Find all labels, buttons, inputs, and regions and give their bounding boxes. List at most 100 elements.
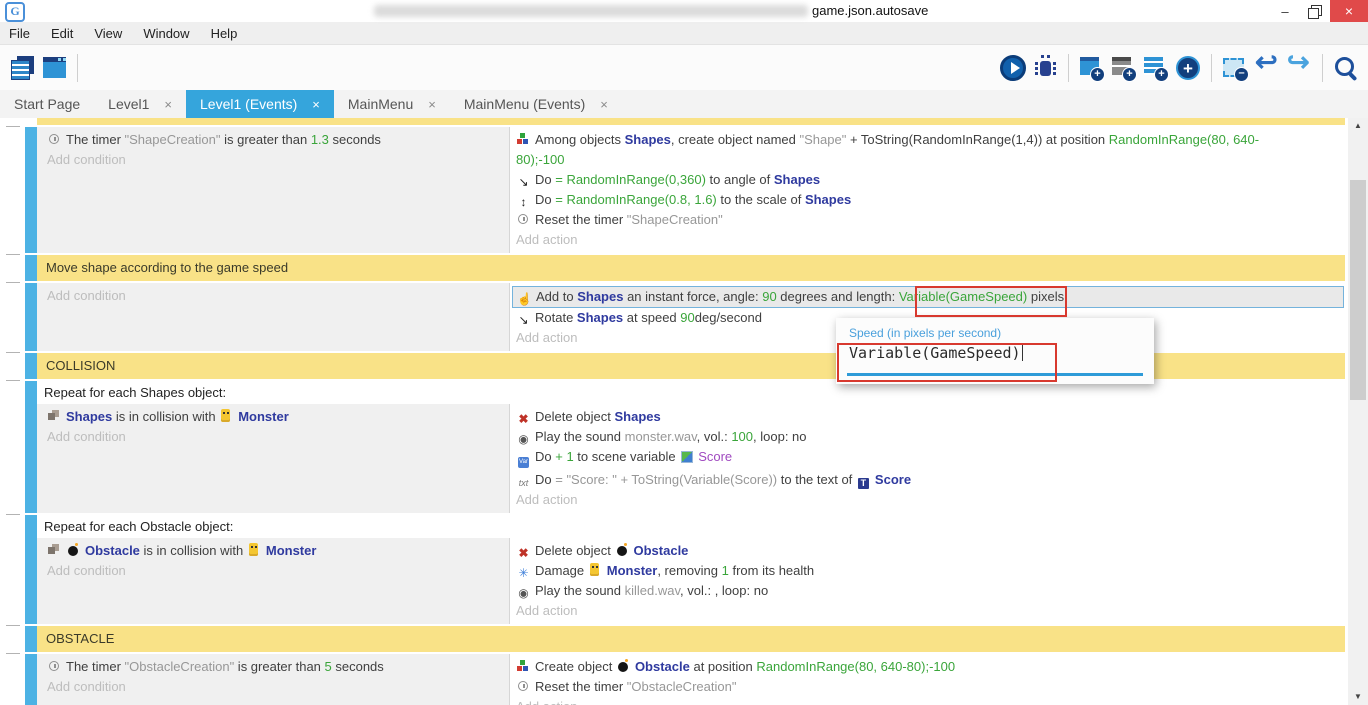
- add-condition-button[interactable]: Add condition: [43, 677, 503, 697]
- tab-close-icon[interactable]: ×: [600, 97, 608, 112]
- foreach-header[interactable]: Repeat for each Obstacle object:: [37, 515, 1345, 538]
- bomb-icon: [615, 543, 630, 557]
- expression-input[interactable]: Variable(GameSpeed): [836, 341, 1154, 368]
- debug-icon[interactable]: [1031, 54, 1059, 82]
- toolbar-separator: [1068, 54, 1069, 82]
- tab-level1[interactable]: Level1×: [94, 90, 186, 118]
- play-icon[interactable]: [999, 54, 1027, 82]
- text-segment: 100: [731, 429, 753, 444]
- project-manager-icon[interactable]: [8, 54, 36, 82]
- vertical-scrollbar[interactable]: ▲ ▼: [1348, 118, 1368, 705]
- conditions-column: The timer "ShapeCreation" is greater tha…: [37, 127, 510, 253]
- menu-window[interactable]: Window: [143, 26, 189, 41]
- text-segment: , removing: [657, 563, 721, 578]
- text-segment: Monster: [238, 409, 289, 424]
- add-action-button[interactable]: Add action: [512, 230, 1345, 250]
- text-segment: pixels: [1027, 289, 1064, 304]
- text-segment: Play the sound: [535, 429, 625, 444]
- toolbar-separator: [1211, 54, 1212, 82]
- text-segment: Obstacle: [635, 659, 690, 674]
- scene-editor-icon[interactable]: [40, 54, 68, 82]
- action-line[interactable]: Add to Shapes an instant force, angle: 9…: [512, 286, 1344, 308]
- action-line[interactable]: Reset the timer "ShapeCreation": [512, 210, 1345, 230]
- add-condition-button[interactable]: Add condition: [43, 427, 503, 447]
- redo-icon[interactable]: [1285, 54, 1313, 82]
- remove-selection-icon[interactable]: [1221, 54, 1249, 82]
- add-condition-button[interactable]: Add condition: [43, 561, 503, 581]
- tab-mainmenu[interactable]: MainMenu×: [334, 90, 450, 118]
- text-segment: The timer: [66, 132, 125, 147]
- text-segment: Monster: [607, 563, 658, 578]
- tab-close-icon[interactable]: ×: [428, 97, 436, 112]
- action-line[interactable]: Damage Monster, removing 1 from its heal…: [512, 561, 1345, 581]
- minimize-button[interactable]: –: [1270, 0, 1300, 22]
- action-line[interactable]: Play the sound monster.wav, vol.: 100, l…: [512, 427, 1345, 447]
- add-circle-icon[interactable]: [1174, 54, 1202, 82]
- tab-mainmenu-events-[interactable]: MainMenu (Events)×: [450, 90, 622, 118]
- add-condition-button[interactable]: Add condition: [43, 150, 503, 170]
- action-line[interactable]: Among objects Shapes, create object name…: [512, 130, 1345, 170]
- comment-row[interactable]: [37, 118, 1345, 125]
- menu-help[interactable]: Help: [211, 26, 238, 41]
- scroll-up-icon[interactable]: ▲: [1348, 118, 1368, 134]
- comment-row[interactable]: OBSTACLE: [37, 626, 1345, 652]
- condition-line[interactable]: Shapes is in collision with Monster: [43, 407, 503, 427]
- restore-button[interactable]: [1300, 0, 1330, 22]
- text-segment: , create object named: [671, 132, 800, 147]
- action-line[interactable]: Do = RandomInRange(0.8, 1.6) to the scal…: [512, 190, 1345, 210]
- actions-column: Delete object ObstacleDamage Monster, re…: [510, 538, 1345, 624]
- collision-icon: [47, 409, 62, 423]
- menu-edit[interactable]: Edit: [51, 26, 73, 41]
- action-line[interactable]: Delete object Shapes: [512, 407, 1345, 427]
- scrollbar-thumb[interactable]: [1350, 180, 1366, 400]
- condition-line[interactable]: Obstacle is in collision with Monster: [43, 541, 503, 561]
- actions-column: Among objects Shapes, create object name…: [510, 127, 1345, 253]
- condition-line[interactable]: The timer "ObstacleCreation" is greater …: [43, 657, 503, 677]
- search-icon[interactable]: [1332, 54, 1360, 82]
- action-line[interactable]: Delete object Obstacle: [512, 541, 1345, 561]
- action-line[interactable]: Play the sound killed.wav, vol.: , loop:…: [512, 581, 1345, 601]
- text-segment: Delete object: [535, 543, 615, 558]
- add-action-button[interactable]: Add action: [512, 697, 1345, 705]
- rotate-icon: [516, 313, 531, 327]
- add-action-button[interactable]: Add action: [512, 601, 1345, 621]
- menu-bar: File Edit View Window Help: [0, 22, 1368, 45]
- create-object-icon: [516, 132, 531, 146]
- text-segment: Obstacle: [85, 543, 140, 558]
- action-line[interactable]: Create object Obstacle at position Rando…: [512, 657, 1345, 677]
- condition-line[interactable]: The timer "ShapeCreation" is greater tha…: [43, 130, 503, 150]
- undo-icon[interactable]: [1253, 54, 1281, 82]
- tab-close-icon[interactable]: ×: [164, 97, 172, 112]
- event-sheet: The timer "ShapeCreation" is greater tha…: [0, 118, 1348, 705]
- text-segment: 5: [325, 659, 332, 674]
- text-segment: seconds: [329, 132, 381, 147]
- action-line[interactable]: Reset the timer "ObstacleCreation": [512, 677, 1345, 697]
- action-line[interactable]: Do = RandomInRange(0,360) to angle of Sh…: [512, 170, 1345, 190]
- tab-start-page[interactable]: Start Page: [0, 90, 94, 118]
- action-line[interactable]: Do = "Score: " + ToString(Variable(Score…: [512, 470, 1345, 491]
- tab-level1-events-[interactable]: Level1 (Events)×: [186, 90, 334, 118]
- text-segment: Reset the timer: [535, 212, 627, 227]
- add-event-icon[interactable]: [1078, 54, 1106, 82]
- add-action-button[interactable]: Add action: [512, 490, 1345, 510]
- tab-label: Start Page: [14, 96, 80, 112]
- text-segment: Shapes: [577, 310, 623, 325]
- comment-row[interactable]: Move shape according to the game speed: [37, 255, 1345, 281]
- add-subevent-icon[interactable]: [1110, 54, 1138, 82]
- tab-close-icon[interactable]: ×: [312, 97, 320, 112]
- close-button[interactable]: ×: [1330, 0, 1368, 22]
- timer-icon: [516, 679, 531, 693]
- window-title: game.json.autosave: [812, 3, 928, 18]
- text-segment: deg/second: [695, 310, 762, 325]
- scroll-down-icon[interactable]: ▼: [1348, 689, 1368, 705]
- bomb-icon: [66, 543, 81, 557]
- action-line[interactable]: Do + 1 to scene variable Score: [512, 447, 1345, 470]
- add-comment-icon[interactable]: [1142, 54, 1170, 82]
- foreach-header[interactable]: Repeat for each Shapes object:: [37, 381, 1345, 404]
- delete-icon: [516, 546, 531, 560]
- force-icon: [517, 292, 532, 306]
- add-condition-button[interactable]: Add condition: [43, 286, 503, 306]
- menu-file[interactable]: File: [9, 26, 30, 41]
- comment-text: OBSTACLE: [46, 631, 114, 646]
- menu-view[interactable]: View: [94, 26, 122, 41]
